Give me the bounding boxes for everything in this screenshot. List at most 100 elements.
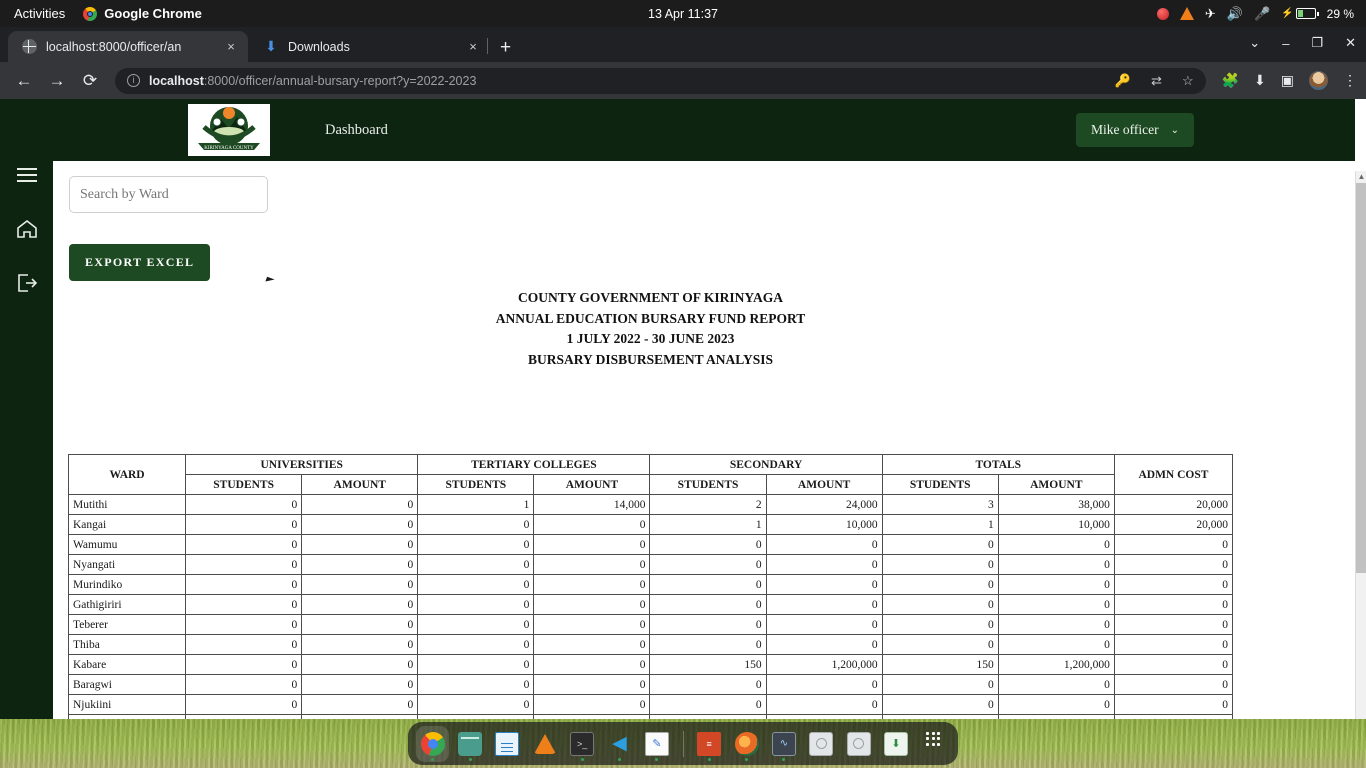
table-row: Wamumu 0 0 0 0 0 0 0 0 0 bbox=[67, 534, 1234, 555]
maximize-button[interactable]: ❐ bbox=[1311, 35, 1323, 51]
cell-value: 0 bbox=[417, 514, 535, 535]
dock-item-notes[interactable]: ✎ bbox=[640, 726, 673, 762]
new-tab-button[interactable]: + bbox=[500, 37, 511, 59]
cell-value: 0 bbox=[301, 634, 419, 655]
software-installer-icon: ⬇ bbox=[883, 731, 908, 756]
reload-button[interactable]: ⟳ bbox=[75, 66, 105, 96]
report-title-block: COUNTY GOVERNMENT OF KIRINYAGA ANNUAL ED… bbox=[68, 288, 1233, 370]
dock-item-software-installer[interactable]: ⬇ bbox=[879, 726, 912, 762]
password-key-icon[interactable]: 🔑 bbox=[1115, 73, 1131, 89]
three-dot-menu-icon[interactable]: ⋮ bbox=[1343, 72, 1357, 89]
cell-value: 0 bbox=[533, 554, 651, 575]
table-row: Gathigiriri 0 0 0 0 0 0 0 0 0 bbox=[67, 594, 1234, 615]
dock-item-text-editor-doc[interactable] bbox=[491, 726, 524, 762]
tab-downloads[interactable]: ⬇ Downloads × bbox=[250, 31, 490, 62]
cell-value: 0 bbox=[997, 634, 1115, 655]
vlc-icon bbox=[533, 733, 556, 754]
nav-dashboard-link[interactable]: Dashboard bbox=[325, 122, 388, 139]
firefox-icon bbox=[734, 731, 759, 756]
minimize-button[interactable]: – bbox=[1282, 36, 1289, 51]
vscode-icon: ◀ bbox=[612, 733, 627, 754]
site-info-icon[interactable]: i bbox=[127, 74, 140, 87]
subcol-students-0: STUDENTS bbox=[185, 474, 303, 495]
cell-value: 0 bbox=[649, 574, 767, 595]
cell-value: 0 bbox=[185, 554, 303, 575]
cell-value: 0 bbox=[185, 654, 303, 675]
cell-value: 0 bbox=[1113, 554, 1234, 575]
col-admn-cost: ADMN COST bbox=[1113, 454, 1234, 495]
gnome-status-area[interactable]: ✈ 🔊 🎤 ⚡ 29 % bbox=[1156, 6, 1366, 21]
table-body: Mutithi 0 0 1 14,000 2 24,000 3 38,000 20,000 Kang… bbox=[67, 494, 1234, 719]
subcol-amount-1: AMOUNT bbox=[301, 474, 419, 495]
cell-value: 0 bbox=[533, 674, 651, 695]
dock-item-disks-2[interactable] bbox=[842, 726, 875, 762]
search-input[interactable] bbox=[69, 176, 268, 213]
url-host: localhost bbox=[149, 73, 204, 88]
cell-ward: Thiba bbox=[67, 634, 187, 655]
table-head: WARD UNIVERSITIES TERTIARY COLLEGES SECO… bbox=[67, 454, 1234, 495]
dock-item-terminal[interactable]: >_ bbox=[565, 726, 598, 762]
cell-value: 20,000 bbox=[1113, 494, 1234, 515]
logout-icon[interactable] bbox=[14, 270, 40, 296]
user-menu-button[interactable]: Mike officer ⌄ bbox=[1076, 113, 1194, 147]
omnibox-actions: 🔑 ⇄ ☆ bbox=[1115, 73, 1194, 89]
cell-value: 0 bbox=[417, 594, 535, 615]
dock-item-chrome[interactable] bbox=[416, 725, 450, 762]
cell-value: 0 bbox=[765, 534, 883, 555]
profile-avatar[interactable] bbox=[1309, 71, 1328, 90]
cell-value: 150 bbox=[649, 654, 767, 675]
dock-item-show-applications[interactable] bbox=[917, 726, 950, 762]
cell-value: 10,000 bbox=[765, 514, 883, 535]
back-button[interactable]: ← bbox=[9, 66, 39, 96]
col-secondary: SECONDARY bbox=[649, 454, 883, 475]
cell-value: 0 bbox=[417, 614, 535, 635]
chevron-down-icon[interactable]: ⌄ bbox=[1249, 35, 1260, 51]
cell-value: 0 bbox=[417, 534, 535, 555]
close-icon[interactable]: × bbox=[465, 39, 481, 54]
cell-value: 0 bbox=[301, 574, 419, 595]
bookmark-star-icon[interactable]: ☆ bbox=[1182, 73, 1194, 89]
battery-percent-label: 29 % bbox=[1326, 6, 1354, 21]
share-icon[interactable]: ⇄ bbox=[1151, 73, 1162, 89]
dock-item-libreoffice[interactable]: ≡ bbox=[693, 726, 726, 762]
page-scrollbar[interactable]: ▲ ▼ bbox=[1355, 171, 1366, 719]
close-window-button[interactable]: ✕ bbox=[1345, 35, 1356, 51]
cell-value: 0 bbox=[997, 534, 1115, 555]
cell-value: 0 bbox=[185, 514, 303, 535]
cell-value: 0 bbox=[301, 614, 419, 635]
activities-button[interactable]: Activities bbox=[14, 6, 65, 21]
extensions-puzzle-icon[interactable]: 🧩 bbox=[1222, 72, 1239, 89]
forward-button[interactable]: → bbox=[42, 66, 72, 96]
focused-app-indicator[interactable]: Google Chrome bbox=[83, 6, 202, 21]
scroll-up-arrow[interactable]: ▲ bbox=[1356, 171, 1366, 183]
cell-value: 150 bbox=[881, 654, 999, 675]
col-totals: TOTALS bbox=[881, 454, 1115, 475]
running-indicator bbox=[745, 757, 749, 761]
chevron-down-icon: ⌄ bbox=[1170, 124, 1179, 136]
county-logo[interactable]: KIRINYAGA COUNTY bbox=[188, 104, 270, 156]
subcol-students-4: STUDENTS bbox=[649, 474, 767, 495]
tab-localhost[interactable]: localhost:8000/officer/an × bbox=[8, 31, 248, 62]
dock-item-disks-1[interactable] bbox=[805, 726, 838, 762]
focused-app-label: Google Chrome bbox=[104, 6, 202, 21]
address-bar[interactable]: i localhost:8000/officer/annual-bursary-… bbox=[115, 67, 1206, 94]
side-panel-icon[interactable]: ▣ bbox=[1281, 72, 1294, 89]
cell-value: 0 bbox=[301, 534, 419, 555]
show-applications-icon bbox=[921, 731, 945, 756]
hamburger-menu-icon[interactable] bbox=[14, 162, 40, 188]
dock-item-vlc[interactable] bbox=[528, 726, 561, 762]
page-content: EXPORT EXCEL COUNTY GOVERNMENT OF KIRINY… bbox=[53, 161, 1355, 719]
downloads-icon[interactable]: ⬇ bbox=[1254, 72, 1266, 89]
export-excel-button[interactable]: EXPORT EXCEL bbox=[69, 244, 211, 281]
running-indicator bbox=[431, 757, 435, 761]
home-icon[interactable] bbox=[14, 216, 40, 242]
dock-item-system-monitor[interactable]: ∿ bbox=[767, 726, 800, 762]
scrollbar-thumb[interactable] bbox=[1356, 183, 1366, 573]
cell-value: 0 bbox=[301, 594, 419, 615]
dock-item-files[interactable] bbox=[453, 726, 486, 762]
dock-item-vscode[interactable]: ◀ bbox=[603, 726, 636, 762]
close-icon[interactable]: × bbox=[223, 39, 239, 54]
cell-value: 0 bbox=[1113, 654, 1234, 675]
col-tertiary-colleges: TERTIARY COLLEGES bbox=[417, 454, 651, 475]
dock-item-firefox[interactable] bbox=[730, 726, 763, 762]
